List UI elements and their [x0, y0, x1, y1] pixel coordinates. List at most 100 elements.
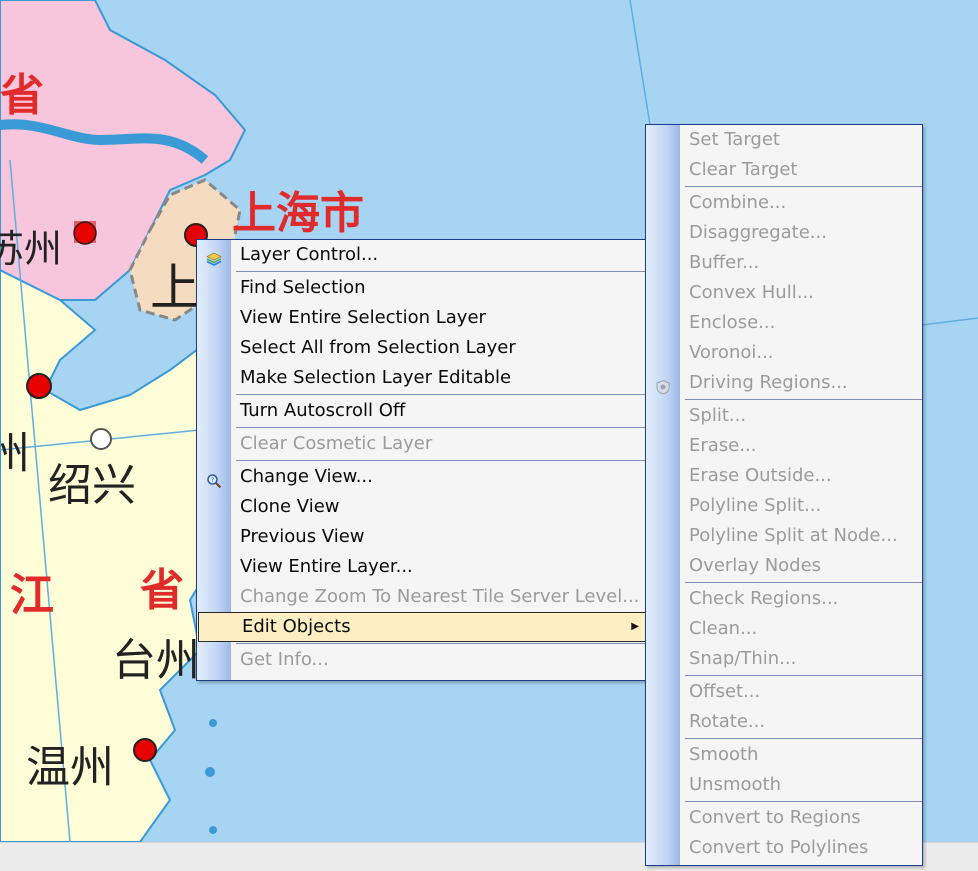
menu-item-voronoi: Voronoi... — [646, 338, 922, 368]
menu-item-label: Combine... — [689, 192, 787, 213]
menu-item-offset: Offset... — [646, 677, 922, 707]
menu-item-label: Erase Outside... — [689, 465, 832, 486]
edit-objects-submenu: Set Target Clear Target Combine... Disaggre… — [645, 124, 923, 866]
menu-item-turn-autoscroll-off[interactable]: Turn Autoscroll Off — [197, 396, 647, 426]
menu-item-set-target: Set Target — [646, 125, 922, 155]
menu-item-label: Make Selection Layer Editable — [240, 367, 512, 388]
city-marker-suzhou[interactable] — [73, 221, 97, 245]
island — [205, 767, 215, 777]
menu-item-view-entire-selection-layer[interactable]: View Entire Selection Layer — [197, 303, 647, 333]
menu-item-label: Clear Cosmetic Layer — [240, 433, 433, 454]
menu-item-label: Unsmooth — [689, 774, 781, 795]
menu-item-erase-outside: Erase Outside... — [646, 461, 922, 491]
menu-item-label: View Entire Selection Layer — [240, 307, 486, 328]
menu-item-smooth: Smooth — [646, 740, 922, 770]
menu-item-label: Previous View — [240, 526, 365, 547]
city-marker-shaoxing[interactable] — [90, 428, 112, 450]
layers-icon — [206, 247, 222, 266]
menu-item-label: Overlay Nodes — [689, 555, 822, 576]
menu-item-select-all-from-selection-layer[interactable]: Select All from Selection Layer — [197, 333, 647, 363]
menu-item-label: Change View... — [240, 466, 373, 487]
menu-item-label: Convert to Regions — [689, 807, 861, 828]
menu-item-snap-thin: Snap/Thin... — [646, 644, 922, 674]
island — [209, 826, 217, 834]
menu-item-check-regions: Check Regions... — [646, 584, 922, 614]
menu-item-clone-view[interactable]: Clone View — [197, 492, 647, 522]
hangzhou-label: 州 — [0, 428, 30, 479]
context-menu: Layer Control... Find Selection View Entir… — [196, 239, 648, 681]
menu-item-label: Split... — [689, 405, 747, 426]
driving-regions-icon — [655, 375, 671, 395]
menu-item-label: Set Target — [689, 129, 780, 150]
menu-item-label: Smooth — [689, 744, 759, 765]
menu-item-label: Check Regions... — [689, 588, 839, 609]
island — [209, 719, 217, 727]
city-marker-hangzhou[interactable] — [26, 373, 52, 399]
wenzhou-label: 温州 — [26, 742, 114, 793]
menu-item-label: Rotate... — [689, 711, 766, 732]
menu-item-convert-to-polylines: Convert to Polylines — [646, 833, 922, 863]
menu-item-label: Clone View — [240, 496, 340, 517]
menu-item-change-zoom-to-nearest-tile-server-level: Change Zoom To Nearest Tile Server Level… — [197, 582, 647, 612]
menu-item-label: Enclose... — [689, 312, 776, 333]
menu-item-convex-hull: Convex Hull... — [646, 278, 922, 308]
menu-item-label: Buffer... — [689, 252, 760, 273]
menu-item-clear-cosmetic-layer: Clear Cosmetic Layer — [197, 429, 647, 459]
menu-item-label: Layer Control... — [240, 244, 379, 265]
menu-item-combine: Combine... — [646, 188, 922, 218]
menu-item-label: Voronoi... — [689, 342, 774, 363]
menu-item-erase: Erase... — [646, 431, 922, 461]
menu-item-change-view[interactable]: ? Change View... — [197, 462, 647, 492]
menu-item-disaggregate: Disaggregate... — [646, 218, 922, 248]
menu-item-label: View Entire Layer... — [240, 556, 413, 577]
menu-item-edit-objects[interactable]: Edit Objects ▶ — [198, 612, 646, 642]
menu-item-rotate: Rotate... — [646, 707, 922, 737]
taizhou-label: 台州 — [112, 635, 200, 686]
menu-item-label: Polyline Split at Node... — [689, 525, 898, 546]
menu-item-label: Clean... — [689, 618, 758, 639]
menu-item-unsmooth: Unsmooth — [646, 770, 922, 800]
menu-item-convert-to-regions: Convert to Regions — [646, 803, 922, 833]
menu-item-overlay-nodes: Overlay Nodes — [646, 551, 922, 581]
menu-item-view-entire-layer[interactable]: View Entire Layer... — [197, 552, 647, 582]
menu-item-label: Convert to Polylines — [689, 837, 869, 858]
menu-item-clear-target: Clear Target — [646, 155, 922, 185]
menu-item-label: Change Zoom To Nearest Tile Server Level… — [240, 586, 640, 607]
menu-item-buffer: Buffer... — [646, 248, 922, 278]
magnifier-icon: ? — [206, 469, 222, 489]
shanghai-city-label: 上海市 — [232, 188, 364, 239]
menu-item-label: Clear Target — [689, 159, 798, 180]
menu-item-polyline-split: Polyline Split... — [646, 491, 922, 521]
menu-item-label: Disaggregate... — [689, 222, 827, 243]
shanghai-short-label: 上 — [150, 259, 200, 317]
menu-item-clean: Clean... — [646, 614, 922, 644]
menu-item-label: Driving Regions... — [689, 372, 848, 393]
menu-item-split: Split... — [646, 401, 922, 431]
menu-item-label: Offset... — [689, 681, 761, 702]
menu-item-label: Select All from Selection Layer — [240, 337, 516, 358]
menu-item-previous-view[interactable]: Previous View — [197, 522, 647, 552]
submenu-arrow-icon: ▶ — [631, 621, 639, 632]
menu-item-layer-control[interactable]: Layer Control... — [197, 240, 647, 270]
menu-item-label: Get Info... — [240, 649, 329, 670]
menu-item-label: Snap/Thin... — [689, 648, 797, 669]
zhejiang-jiang-label: 江 — [10, 570, 54, 621]
menu-item-label: Polyline Split... — [689, 495, 822, 516]
province-label-top: 省 — [0, 70, 44, 121]
menu-item-driving-regions: Driving Regions... — [646, 368, 922, 398]
menu-item-get-info: Get Info... — [197, 645, 647, 675]
menu-item-label: Edit Objects — [242, 616, 351, 637]
menu-item-label: Erase... — [689, 435, 757, 456]
shaoxing-label: 绍兴 — [48, 460, 136, 511]
menu-item-label: Find Selection — [240, 277, 366, 298]
menu-item-find-selection[interactable]: Find Selection — [197, 273, 647, 303]
menu-item-polyline-split-at-node: Polyline Split at Node... — [646, 521, 922, 551]
city-marker-wenzhou[interactable] — [133, 738, 157, 762]
menu-item-label: Turn Autoscroll Off — [240, 400, 406, 421]
zhejiang-sheng-label: 省 — [140, 565, 184, 616]
menu-item-label: Convex Hull... — [689, 282, 814, 303]
suzhou-label: 苏州 — [0, 227, 62, 271]
svg-text:?: ? — [211, 477, 214, 484]
menu-item-enclose: Enclose... — [646, 308, 922, 338]
menu-item-make-selection-layer-editable[interactable]: Make Selection Layer Editable — [197, 363, 647, 393]
